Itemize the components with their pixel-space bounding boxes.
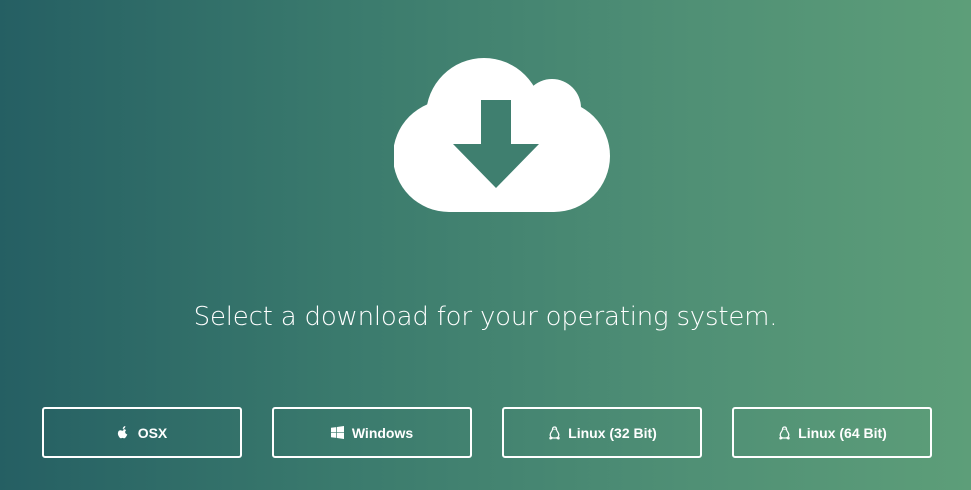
download-linux-32-button[interactable]: Linux (32 Bit): [502, 407, 702, 458]
download-windows-button[interactable]: Windows: [272, 407, 472, 458]
download-page: Select a download for your operating sys…: [0, 0, 971, 490]
download-windows-label: Windows: [351, 424, 414, 441]
linux-icon: [777, 425, 791, 440]
page-title: Select a download for your operating sys…: [193, 302, 778, 332]
download-linux-64-label: Linux (64 Bit): [798, 424, 887, 441]
download-buttons: OSX Windows Linux (32 Bit) Linux (64 Bit…: [42, 407, 932, 458]
download-linux-32-label: Linux (32 Bit): [568, 424, 657, 441]
windows-icon: [331, 426, 345, 440]
apple-icon: [117, 425, 131, 440]
download-linux-64-button[interactable]: Linux (64 Bit): [732, 407, 932, 458]
download-osx-label: OSX: [137, 424, 168, 441]
linux-icon: [547, 425, 561, 440]
cloud-download-icon: [393, 56, 610, 216]
download-osx-button[interactable]: OSX: [42, 407, 242, 458]
